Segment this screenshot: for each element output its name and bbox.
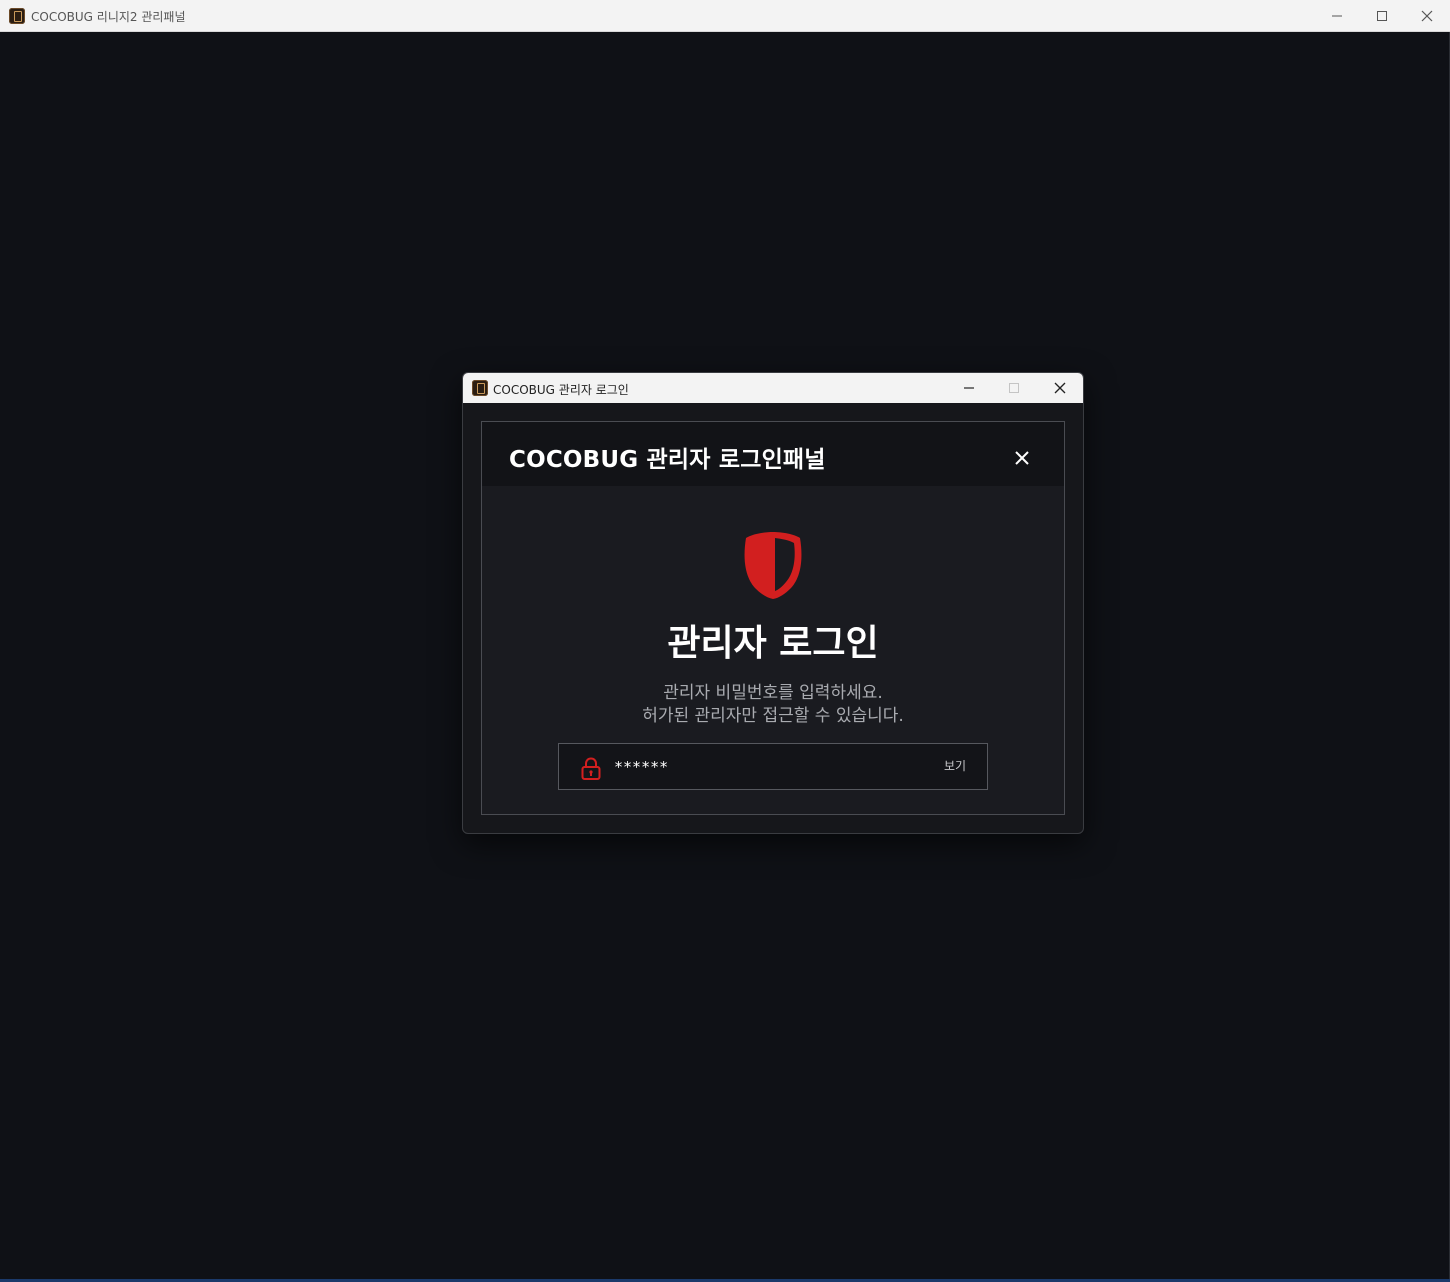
maximize-icon	[1377, 11, 1387, 21]
panel-header: COCOBUG 관리자 로그인패널	[482, 422, 1064, 486]
login-dialog: COCOBUG 관리자 로그인 COCOBUG 관리자 로그인패널 관리자 로그…	[462, 372, 1084, 834]
shield-icon	[744, 532, 802, 599]
dialog-title: COCOBUG 관리자 로그인	[493, 383, 629, 397]
main-window-titlebar[interactable]: COCOBUG 리니지2 관리패널	[0, 0, 1450, 32]
login-description-line2: 허가된 관리자만 접근할 수 있습니다.	[642, 706, 904, 726]
panel-close-button[interactable]	[1008, 444, 1036, 472]
panel-title: COCOBUG 관리자 로그인패널	[509, 447, 826, 473]
login-heading: 관리자 로그인	[667, 623, 879, 664]
dialog-close-button[interactable]	[1038, 373, 1082, 403]
maximize-icon	[1009, 383, 1019, 393]
close-icon	[1421, 10, 1433, 22]
dialog-app-icon	[472, 380, 488, 396]
maximize-button[interactable]	[1359, 0, 1405, 32]
minimize-icon	[1332, 15, 1342, 17]
password-field[interactable]: 보기	[558, 743, 988, 790]
minimize-button[interactable]	[1314, 0, 1360, 32]
app-icon	[9, 8, 25, 24]
password-input[interactable]	[614, 756, 914, 778]
close-icon	[1015, 451, 1029, 465]
close-icon	[1054, 382, 1066, 394]
dialog-maximize-button	[992, 373, 1036, 403]
login-panel: COCOBUG 관리자 로그인패널 관리자 로그인 관리자 비밀번호를 입력하세…	[481, 421, 1065, 815]
main-window-title: COCOBUG 리니지2 관리패널	[31, 10, 186, 24]
lock-icon	[581, 757, 601, 780]
show-password-button[interactable]: 보기	[944, 757, 966, 774]
dialog-minimize-button[interactable]	[947, 373, 991, 403]
close-window-button[interactable]	[1404, 0, 1450, 32]
login-description-line1: 관리자 비밀번호를 입력하세요.	[663, 683, 883, 703]
dialog-titlebar[interactable]: COCOBUG 관리자 로그인	[463, 373, 1083, 403]
minimize-icon	[964, 387, 974, 389]
